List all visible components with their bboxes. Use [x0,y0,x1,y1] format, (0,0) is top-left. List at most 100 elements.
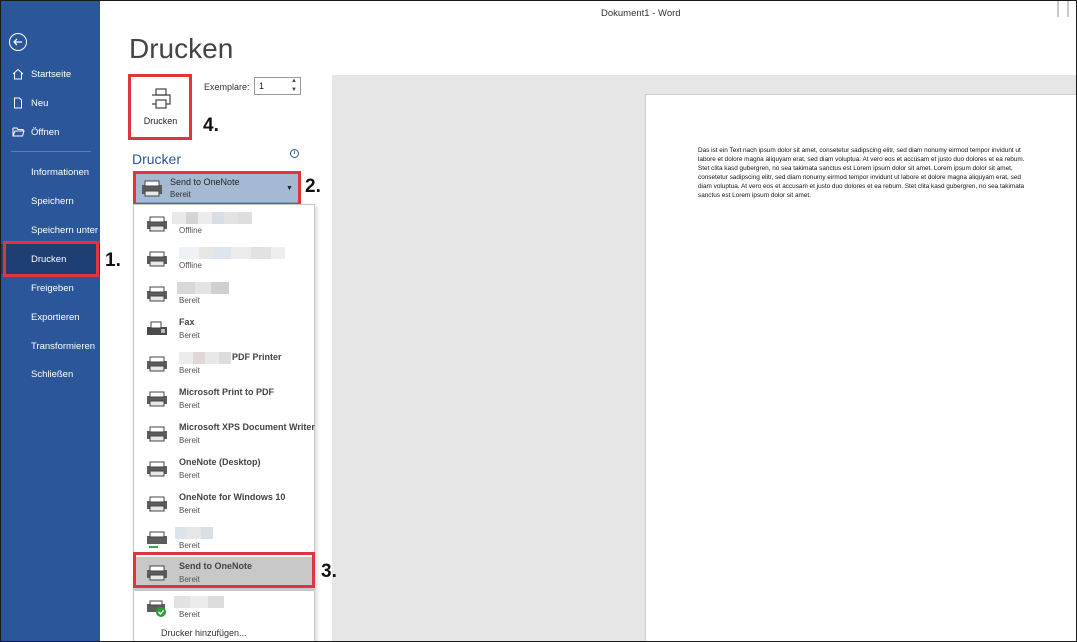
printer-icon [151,87,171,109]
step-label-1: 1. [105,250,121,271]
sidebar-item-startseite[interactable]: Startseite [1,62,100,86]
printer-name: Microsoft XPS Document Writer [179,422,315,432]
printer-list-item-microsoft-xps[interactable]: Microsoft XPS Document Writer Bereit [134,418,315,452]
sidebar-item-speichern-unter[interactable]: Speichern unter [1,218,100,242]
backstage-sidebar: Startseite Neu Öffnen Informationen Spei… [1,1,100,641]
printer-status: Bereit [179,436,200,445]
printer-icon [147,565,167,581]
network-printer-icon [147,531,167,548]
printer-status: Offline [179,261,202,270]
printer-name: PDF Printer [232,352,282,362]
sidebar-item-label: Informationen [31,166,90,178]
printer-name: Microsoft Print to PDF [179,387,274,397]
printer-name: Send to OneNote [179,561,253,571]
sidebar-item-informationen[interactable]: Informationen [1,160,100,184]
printer-icon [147,461,167,477]
printer-icon [147,496,167,512]
sidebar-item-freigeben[interactable]: Freigeben [1,276,100,300]
sidebar-item-exportieren[interactable]: Exportieren [1,305,100,329]
page-title: Drucken [129,33,234,64]
printer-list: Offline Offline Bereit Fax Bereit PDF Pr… [133,204,315,641]
default-printer-check-icon [147,600,166,617]
printer-status: Bereit [179,541,200,550]
back-arrow-icon[interactable] [9,33,27,51]
sidebar-item-label: Neu [31,97,49,109]
printer-list-item[interactable]: Offline [134,243,314,277]
printer-name: OneNote (Desktop) [179,457,261,467]
sidebar-item-label: Exportieren [31,311,80,323]
printer-list-item-fax[interactable]: Fax Bereit [134,313,314,347]
sidebar-item-label: Speichern unter [31,224,99,236]
word-backstage-window: Startseite Neu Öffnen Informationen Spei… [0,0,1077,642]
print-button-label: Drucken [143,115,178,126]
sidebar-item-oeffnen[interactable]: Öffnen [1,120,100,144]
preview-page: Das ist ein Text nach ipsum dolor sit am… [645,94,1076,641]
spin-down-icon[interactable]: ▼ [291,87,297,93]
printer-dropdown[interactable]: Send to OneNote Bereit ▼ [135,173,299,203]
printer-list-item-onenote-windows10[interactable]: OneNote for Windows 10 Bereit [134,488,314,522]
info-icon[interactable]: i [290,149,299,158]
printer-list-item[interactable]: Offline [134,208,314,242]
sidebar-item-transformieren[interactable]: Transformieren [1,334,100,358]
printer-status: Bereit [179,296,200,305]
folder-open-icon [11,126,25,138]
sidebar-item-label: Freigeben [31,282,74,294]
printer-status: Bereit [179,610,200,619]
printer-icon [142,180,162,197]
printer-status: Bereit [179,366,200,375]
home-icon [11,68,25,80]
printer-list-item[interactable]: Bereit [134,278,314,312]
blurred-printer-name [175,526,213,539]
sidebar-item-label: Drucken [31,253,67,265]
printer-list-item[interactable]: Bereit [134,523,314,557]
window-control[interactable] [1057,1,1059,17]
printer-list-item-send-to-onenote[interactable]: Send to OneNote Bereit [134,557,314,591]
blurred-printer-name [174,595,224,608]
step-label-3: 3. [321,561,337,582]
sidebar-item-label: Startseite [31,68,72,80]
printer-status: Offline [179,226,202,235]
sidebar-divider [11,151,91,152]
printer-section-title: Drucker [132,151,182,167]
printer-icon [147,356,167,372]
printer-icon [147,426,167,442]
printer-status: Bereit [179,506,200,515]
sidebar-item-label: Öffnen [31,126,60,138]
selected-printer-status: Bereit [170,190,191,199]
printer-icon [147,216,167,232]
blurred-printer-name [177,281,229,294]
sidebar-item-schliessen[interactable]: Schließen [1,362,100,386]
printer-status: Bereit [179,575,200,584]
sidebar-item-drucken[interactable]: Drucken [1,244,100,274]
step-label-2: 2. [305,176,321,197]
sidebar-item-label: Schließen [31,368,74,380]
chevron-down-icon: ▼ [286,185,293,192]
spin-up-icon[interactable]: ▲ [291,78,297,84]
window-control[interactable] [1067,1,1069,17]
printer-status: Bereit [179,331,200,340]
sidebar-item-label: Transformieren [31,340,96,352]
step-label-4: 4. [203,115,219,136]
blurred-printer-name [179,351,231,364]
sidebar-item-label: Speichern [31,195,74,207]
printer-icon [147,391,167,407]
printer-list-item-default[interactable]: Bereit [134,592,314,626]
preview-page-text: Das ist ein Text nach ipsum dolor sit am… [698,147,1025,200]
sidebar-item-speichern[interactable]: Speichern [1,189,100,213]
fax-icon [147,321,167,335]
printer-icon [147,251,167,267]
add-printer-link[interactable]: Drucker hinzufügen... [161,628,247,638]
blurred-printer-name [179,246,295,259]
window-title: Dokument1 - Word [601,8,681,19]
print-button[interactable]: Drucken [130,75,191,138]
new-document-icon [11,97,25,109]
blurred-printer-name [172,211,276,224]
printer-status: Bereit [179,471,200,480]
sidebar-item-neu[interactable]: Neu [1,91,100,115]
printer-icon [147,286,167,302]
copies-label: Exemplare: [204,82,250,92]
printer-name: Fax [179,317,195,327]
printer-list-item-microsoft-print-to-pdf[interactable]: Microsoft Print to PDF Bereit [134,383,314,417]
printer-list-item-onenote-desktop[interactable]: OneNote (Desktop) Bereit [134,453,314,487]
printer-list-item-pdf-printer[interactable]: PDF Printer Bereit [134,348,314,382]
